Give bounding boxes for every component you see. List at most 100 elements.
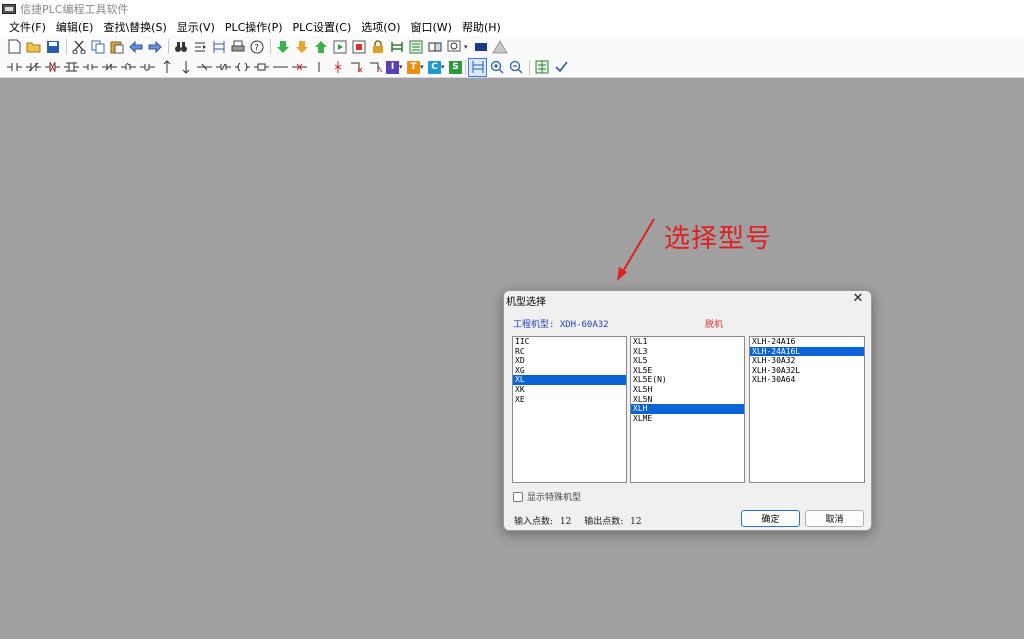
horizontal-line-icon[interactable] — [272, 59, 289, 76]
menu-edit[interactable]: 编辑(E) — [51, 19, 99, 35]
chevron-down-icon[interactable]: ▾ — [441, 63, 447, 71]
list-item[interactable]: XL — [513, 375, 626, 385]
coil-icon[interactable] — [253, 59, 270, 76]
paste-icon[interactable] — [108, 38, 125, 55]
parallel-pos-icon[interactable] — [120, 59, 137, 76]
menu-plc-operation[interactable]: PLC操作(P) — [220, 19, 288, 35]
chevron-down-icon[interactable]: ▾ — [464, 43, 470, 51]
redo-arrow-icon[interactable] — [146, 38, 163, 55]
screen-icon[interactable] — [472, 38, 489, 55]
menu-find-replace[interactable]: 查找\替换(S) — [98, 19, 171, 35]
list-item[interactable]: XL5H — [631, 385, 744, 395]
ladder-view-icon[interactable] — [468, 57, 487, 77]
monitor-icon[interactable] — [388, 38, 405, 55]
menu-file[interactable]: 文件(F) — [4, 19, 51, 35]
list-item[interactable]: XLH-24A16L — [750, 346, 864, 357]
C-counter-icon[interactable]: C — [428, 60, 441, 74]
contact-rising-icon[interactable] — [196, 59, 213, 76]
list-item[interactable]: XLH-24A16 — [750, 337, 864, 347]
zoom-in-icon[interactable] — [488, 59, 505, 76]
dialog-title-bar: 机型选择 ✕ — [504, 291, 871, 309]
chevron-down-icon[interactable]: ▾ — [420, 63, 426, 71]
ok-button[interactable]: 确定 — [741, 510, 800, 527]
list-item[interactable]: XL1 — [631, 337, 744, 347]
coil-set-icon[interactable] — [234, 59, 251, 76]
menu-plc-settings[interactable]: PLC设置(C) — [288, 19, 357, 35]
list-item[interactable]: RC — [513, 347, 626, 357]
contact-nc-icon[interactable] — [25, 59, 42, 76]
run-icon[interactable] — [331, 38, 348, 55]
copy-icon[interactable] — [89, 38, 106, 55]
list-item[interactable]: XL3 — [631, 347, 744, 357]
binoculars-icon[interactable] — [172, 38, 189, 55]
checkbox-box[interactable] — [513, 491, 523, 502]
list-item[interactable]: XLME — [631, 414, 744, 424]
save-icon[interactable] — [44, 38, 61, 55]
coil-neg-icon[interactable] — [291, 59, 308, 76]
list-item[interactable]: XK — [513, 385, 626, 395]
check-icon[interactable] — [552, 59, 569, 76]
contact-neg-icon[interactable] — [44, 59, 61, 76]
sheet-icon[interactable] — [407, 38, 424, 55]
arrow-up-icon[interactable] — [312, 38, 329, 55]
contact-pos-icon[interactable] — [63, 59, 80, 76]
parallel-neg-icon[interactable] — [139, 59, 156, 76]
upload-icon[interactable] — [293, 38, 310, 55]
warning-icon[interactable] — [491, 38, 508, 55]
list-item[interactable]: XD — [513, 356, 626, 366]
menu-window[interactable]: 窗口(W) — [406, 19, 457, 35]
monitor-table-icon[interactable] — [533, 59, 550, 76]
S-state-icon[interactable]: S — [449, 60, 462, 74]
chevron-down-icon[interactable]: ▾ — [399, 63, 405, 71]
download-icon[interactable] — [274, 38, 291, 55]
list-item[interactable]: XLH-30A32 — [750, 356, 864, 366]
replace-icon[interactable] — [191, 38, 208, 55]
parallel-no-icon[interactable] — [82, 59, 99, 76]
list-item[interactable]: XLH-30A32L — [750, 366, 864, 376]
help-icon[interactable]: ? — [248, 38, 265, 55]
list-item[interactable]: XL5E(N) — [631, 375, 744, 385]
lock-icon[interactable] — [369, 38, 386, 55]
list-item[interactable]: XE — [513, 395, 626, 405]
io-counts: 输入点数: 12 输出点数: 12 — [514, 514, 646, 527]
undo-arrow-icon[interactable] — [127, 38, 144, 55]
insert-branch-icon[interactable] — [367, 59, 384, 76]
list-item[interactable]: XG — [513, 366, 626, 376]
cancel-button[interactable]: 取消 — [805, 510, 864, 527]
list-item[interactable]: IIC — [513, 337, 626, 347]
contact-no-icon[interactable] — [6, 59, 23, 76]
vertical-line-icon[interactable] — [310, 59, 327, 76]
arrow-down-line-icon[interactable] — [177, 59, 194, 76]
delete-line-icon[interactable] — [329, 59, 346, 76]
list-item[interactable]: XLH — [631, 404, 744, 414]
contact-falling-icon[interactable] — [215, 59, 232, 76]
svg-text:?: ? — [254, 43, 259, 53]
parallel-nc-icon[interactable] — [101, 59, 118, 76]
I-instruction-icon[interactable]: I — [386, 60, 399, 74]
output-points-label: 输出点数: — [584, 517, 624, 527]
special-model-checkbox[interactable]: 显示特殊机型 — [513, 490, 581, 503]
open-folder-icon[interactable] — [25, 38, 42, 55]
new-file-icon[interactable] — [6, 38, 23, 55]
zoom-out-icon[interactable] — [507, 59, 524, 76]
list-item[interactable]: XLH-30A64 — [750, 375, 864, 385]
series-list[interactable]: IIC RC XD XG XL XK XE — [512, 336, 627, 483]
delete-branch-icon[interactable] — [348, 59, 365, 76]
zoom-select-icon[interactable] — [445, 38, 462, 55]
menu-options[interactable]: 选项(O) — [356, 19, 405, 35]
list-item[interactable]: XL5E — [631, 366, 744, 376]
T-timer-icon[interactable]: T — [407, 60, 420, 74]
stop-icon[interactable] — [350, 38, 367, 55]
close-icon[interactable]: ✕ — [851, 292, 865, 306]
arrow-up-line-icon[interactable] — [158, 59, 175, 76]
list-item[interactable]: XL5 — [631, 356, 744, 366]
printer-icon[interactable] — [229, 38, 246, 55]
cut-icon[interactable] — [70, 38, 87, 55]
menu-help[interactable]: 帮助(H) — [457, 19, 506, 35]
compare-icon[interactable] — [426, 38, 443, 55]
subseries-list[interactable]: XL1 XL3 XL5 XL5E XL5E(N) XL5H XL5N XLH XLME — [630, 336, 745, 483]
list-item[interactable]: XL5N — [631, 395, 744, 405]
model-list[interactable]: XLH-24A16 XLH-24A16L XLH-30A32 XLH-30A32L XL… — [749, 336, 865, 483]
menu-view[interactable]: 显示(V) — [172, 19, 220, 35]
ladder-table-icon[interactable] — [210, 38, 227, 55]
